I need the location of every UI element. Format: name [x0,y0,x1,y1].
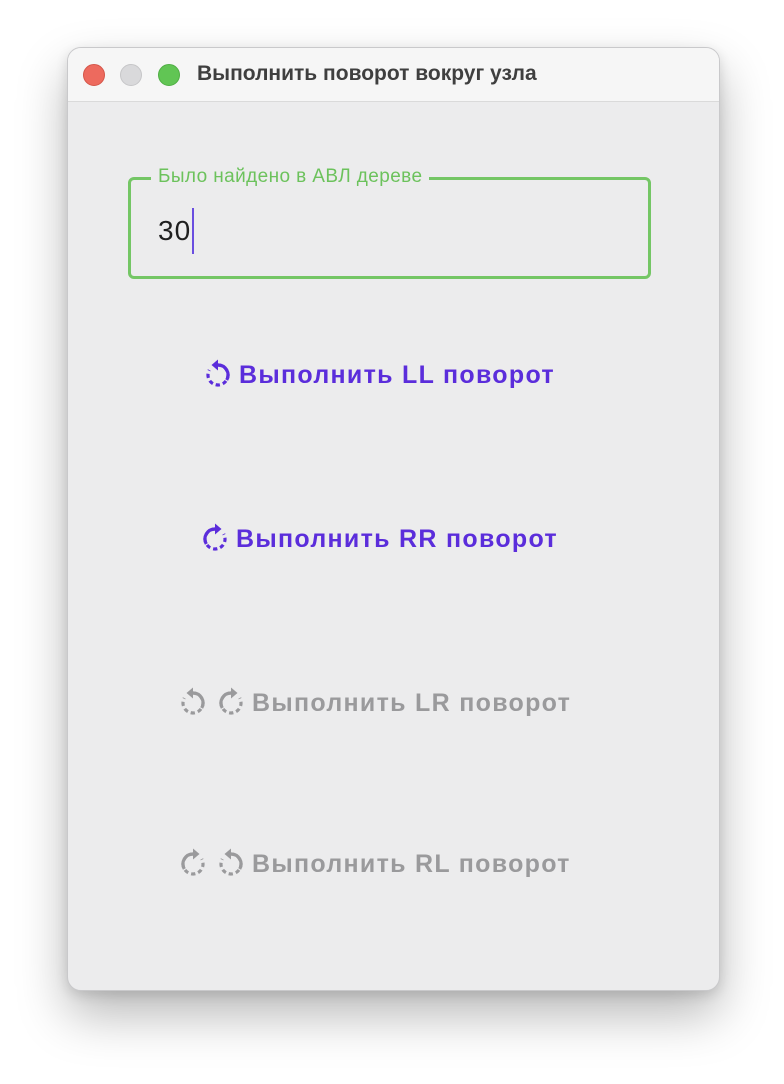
window-title: Выполнить поворот вокруг узла [197,62,537,85]
rotate-right-icon [214,686,248,720]
minimize-window-button[interactable] [120,64,142,86]
zoom-window-button[interactable] [158,64,180,86]
rotate-left-icon [214,847,248,881]
title-bar: Выполнить поворот вокруг узла [68,48,719,102]
lr-rotation-button[interactable]: Выполнить LR поворот [176,686,571,720]
lr-rotation-label: Выполнить LR поворот [252,688,572,717]
rotate-right-icon [198,522,232,556]
found-value-input[interactable]: 30 [158,207,195,255]
found-value-label: Было найдено в АВЛ дереве [151,164,430,190]
close-window-button[interactable] [83,64,105,86]
rl-rotation-button[interactable]: Выполнить RL поворот [176,847,571,881]
rotate-left-icon [176,686,210,720]
app-window: Выполнить поворот вокруг узла Было найде… [67,47,720,991]
rr-rotation-button[interactable]: Выполнить RR поворот [198,522,558,556]
rr-rotation-label: Выполнить RR поворот [236,524,558,553]
rotate-left-icon [201,358,235,392]
rl-rotation-label: Выполнить RL поворот [252,849,571,878]
ll-rotation-label: Выполнить LL поворот [239,360,555,389]
text-caret [192,208,195,254]
found-value-field[interactable]: Было найдено в АВЛ дереве 30 [128,164,651,279]
ll-rotation-button[interactable]: Выполнить LL поворот [201,358,555,392]
found-value-text: 30 [158,215,192,246]
rotate-right-icon [176,847,210,881]
